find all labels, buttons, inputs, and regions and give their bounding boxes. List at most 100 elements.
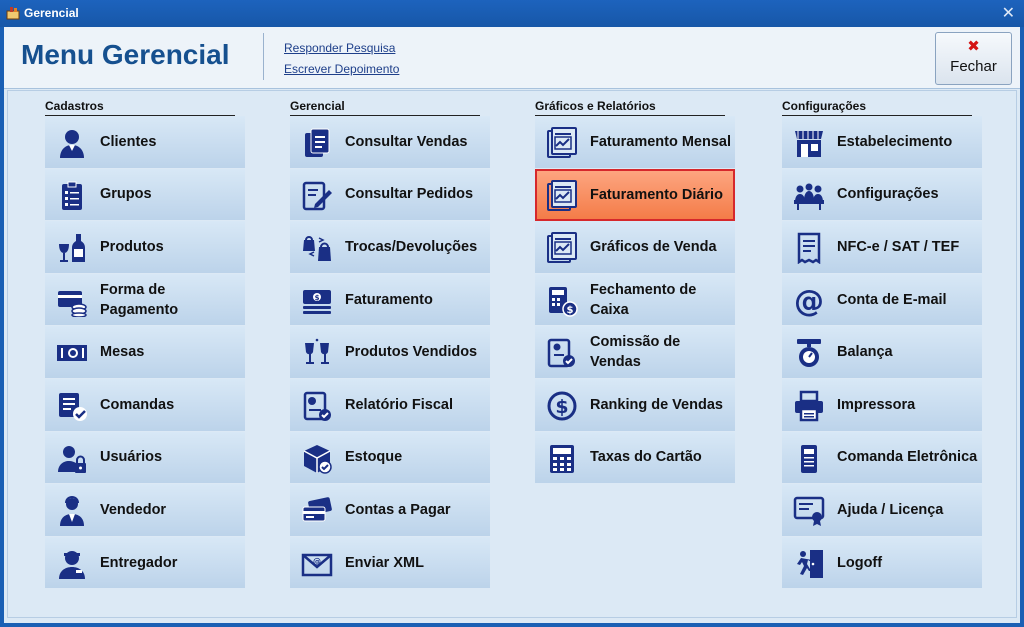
escrever-depoimento-link[interactable]: Escrever Depoimento xyxy=(284,62,399,76)
exit-door-icon xyxy=(792,547,826,581)
menu-button-configuracoes[interactable]: Configurações xyxy=(782,168,982,222)
menu-button-label: Contas a Pagar xyxy=(345,501,451,518)
menu-button-clientes[interactable]: Clientes xyxy=(45,116,245,169)
cash-stack-icon: $ xyxy=(300,284,334,318)
menu-button-label: Forma de Pagamento xyxy=(100,281,179,318)
menu-button-taxas-do-cartao[interactable]: Taxas do Cartão xyxy=(535,431,735,485)
app-logo-icon xyxy=(6,7,20,20)
svg-text:@: @ xyxy=(794,285,824,317)
close-x-icon: ✖ xyxy=(967,38,980,55)
menu-button-label: Estoque xyxy=(345,449,403,466)
menu-button-label: Estabelecimento xyxy=(837,133,953,150)
menu-button-comanda-eletronica[interactable]: Comanda Eletrônica xyxy=(782,431,982,485)
menu-button-label: Configurações xyxy=(837,186,939,203)
column-title-graficos-e-relatorios: Gráficos e Relatórios xyxy=(535,99,725,116)
column-title-configuracoes: Configurações xyxy=(782,99,972,116)
menu-column-configuracoes: Configurações Estabelecimento Configuraçõe… xyxy=(782,99,982,590)
menu-button-estoque[interactable]: Estoque xyxy=(290,431,490,485)
menu-button-conta-de-e-mail[interactable]: @ Conta de E-mail xyxy=(782,273,982,327)
checklist-icon xyxy=(55,389,89,423)
menu-button-consultar-vendas[interactable]: Consultar Vendas xyxy=(290,116,490,169)
menu-button-label: Produtos Vendidos xyxy=(345,344,478,361)
page-title: Menu Gerencial xyxy=(21,39,230,70)
header-panel: Menu Gerencial Responder Pesquisa Escrev… xyxy=(4,27,1020,89)
menu-button-mesas[interactable]: Mesas xyxy=(45,326,245,379)
menu-button-label: Entregador xyxy=(100,554,178,571)
menu-button-contas-a-pagar[interactable]: Contas a Pagar xyxy=(290,484,490,537)
edit-document-icon xyxy=(300,179,334,213)
menu-column-gerencial: Gerencial Consultar Vendas Consultar Pedid… xyxy=(290,99,490,590)
menu-button-label: Conta de E-mail xyxy=(837,291,947,308)
menu-button-label: Usuários xyxy=(100,449,163,466)
menu-button-label: NFC-e / SAT / TEF xyxy=(837,238,960,255)
user-icon xyxy=(55,126,89,160)
menu-button-logoff[interactable]: Logoff xyxy=(782,536,982,590)
toast-glasses-icon xyxy=(300,336,334,370)
delivery-man-icon xyxy=(55,547,89,581)
menu-button-graficos-de-venda[interactable]: Gráficos de Venda xyxy=(535,221,735,274)
menu-button-label: Gráficos de Venda xyxy=(590,238,717,255)
menu-button-label: Ajuda / Licença xyxy=(837,501,944,518)
table-dinner-icon xyxy=(55,336,89,370)
column-title-cadastros: Cadastros xyxy=(45,99,235,116)
menu-button-balanca[interactable]: Balança xyxy=(782,326,982,379)
menu-button-label: Mesas xyxy=(100,344,145,361)
menu-button-forma-de-pagamento[interactable]: Forma de Pagamento xyxy=(45,273,245,327)
receipt-icon xyxy=(792,231,826,265)
menu-button-vendedor[interactable]: Vendedor xyxy=(45,484,245,537)
menu-button-comandas[interactable]: Comandas xyxy=(45,378,245,432)
fiscal-report-icon xyxy=(300,389,334,423)
menu-button-entregador[interactable]: Entregador xyxy=(45,536,245,590)
window-title: Gerencial xyxy=(24,6,79,20)
menu-button-label: Balança xyxy=(837,344,893,361)
at-sign-icon: @ xyxy=(792,284,826,318)
menu-button-label: Faturamento Mensal xyxy=(590,133,731,150)
menu-button-produtos[interactable]: Produtos xyxy=(45,221,245,274)
menu-button-label: Impressora xyxy=(837,396,916,413)
menu-button-impressora[interactable]: Impressora xyxy=(782,378,982,432)
documents-icon xyxy=(300,126,334,160)
menu-button-grupos[interactable]: Grupos xyxy=(45,168,245,222)
menu-button-ranking-de-vendas[interactable]: $ Ranking de Vendas xyxy=(535,378,735,432)
menu-button-faturamento-mensal[interactable]: Faturamento Mensal xyxy=(535,116,735,169)
fechar-button[interactable]: ✖ Fechar xyxy=(935,32,1012,85)
menu-button-produtos-vendidos[interactable]: Produtos Vendidos xyxy=(290,326,490,379)
svg-text:@: @ xyxy=(313,557,321,566)
menu-button-label: Faturamento xyxy=(345,291,433,308)
menu-button-label: Taxas do Cartão xyxy=(590,449,702,466)
svg-text:$: $ xyxy=(567,305,574,316)
menu-button-label: Faturamento Diário xyxy=(590,186,723,203)
menu-button-usuarios[interactable]: Usuários xyxy=(45,431,245,485)
menu-button-label: Enviar XML xyxy=(345,554,424,571)
menu-button-faturamento[interactable]: $ Faturamento xyxy=(290,273,490,327)
menu-button-label: Grupos xyxy=(100,186,152,203)
responder-pesquisa-link[interactable]: Responder Pesquisa xyxy=(284,41,395,55)
menu-button-label: Consultar Pedidos xyxy=(345,186,474,203)
svg-text:$: $ xyxy=(555,396,568,418)
clipboard-list-icon xyxy=(55,179,89,213)
menu-button-faturamento-diario[interactable]: Faturamento Diário xyxy=(535,168,735,222)
user-lock-icon xyxy=(55,442,89,476)
menu-button-consultar-pedidos[interactable]: Consultar Pedidos xyxy=(290,168,490,222)
chart-doc-icon xyxy=(545,231,579,265)
wine-bottle-icon xyxy=(55,231,89,265)
menu-button-trocas-devolucoes[interactable]: Trocas/Devoluções xyxy=(290,221,490,274)
email-envelope-icon: @ xyxy=(300,547,334,581)
menu-button-enviar-xml[interactable]: @ Enviar XML xyxy=(290,536,490,590)
menu-button-relatorio-fiscal[interactable]: Relatório Fiscal xyxy=(290,378,490,432)
menu-button-ajuda-licenca[interactable]: Ajuda / Licença xyxy=(782,484,982,537)
menu-button-label: Ranking de Vendas xyxy=(590,396,723,413)
commission-report-icon xyxy=(545,336,579,370)
menu-button-fechamento-de-caixa[interactable]: $ Fechamento de Caixa xyxy=(535,273,735,327)
fechar-label: Fechar xyxy=(950,58,997,75)
menu-column-graficos-e-relatorios: Gráficos e Relatórios Faturamento Mensal F… xyxy=(535,99,735,485)
svg-text:$: $ xyxy=(315,294,320,302)
credit-cards-icon xyxy=(300,494,334,528)
menu-button-nfc-e-sat-tef[interactable]: NFC-e / SAT / TEF xyxy=(782,221,982,274)
menu-button-estabelecimento[interactable]: Estabelecimento xyxy=(782,116,982,169)
menu-button-comissao-de-vendas[interactable]: Comissão de Vendas xyxy=(535,326,735,379)
menu-button-label: Relatório Fiscal xyxy=(345,396,453,413)
menu-button-label: Trocas/Devoluções xyxy=(345,238,478,255)
dollar-circle-icon: $ xyxy=(545,389,579,423)
window-close-button[interactable]: ✕ xyxy=(1002,3,1015,23)
